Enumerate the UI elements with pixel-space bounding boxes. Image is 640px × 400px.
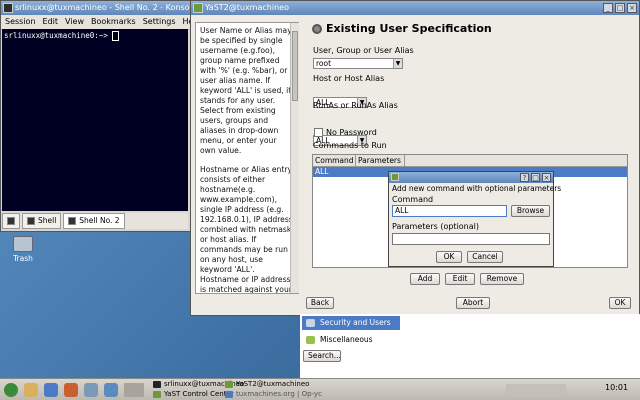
new-session-icon — [7, 217, 15, 225]
edit-button[interactable]: Edit — [445, 273, 475, 285]
konsole-titlebar[interactable]: srlinuxx@tuxmachineo - Shell No. 2 - Kon… — [1, 1, 191, 15]
tab-shell-2[interactable]: Shell No. 2 — [63, 213, 125, 229]
trash-desktop-icon[interactable]: Trash — [8, 236, 38, 263]
dialog-heading: Add new command with optional parameters — [392, 184, 562, 193]
browser-icon[interactable] — [44, 383, 58, 397]
system-tray[interactable] — [506, 384, 566, 396]
shell-icon — [68, 217, 77, 225]
yast-icon — [153, 391, 161, 398]
task-label: YaST2@tuxmachineo — [236, 380, 310, 388]
menu-session[interactable]: Session — [5, 15, 36, 29]
menu-edit[interactable]: Edit — [43, 15, 59, 29]
home-folder-icon[interactable] — [24, 383, 38, 397]
maximize-icon[interactable]: □ — [531, 173, 540, 182]
tab-shell-2-label: Shell No. 2 — [79, 216, 120, 225]
tab-shell-label: Shell — [38, 216, 57, 225]
group-miscellaneous[interactable]: Miscellaneous — [302, 333, 400, 347]
pager-icon[interactable] — [124, 383, 144, 397]
remove-button[interactable]: Remove — [480, 273, 524, 285]
terminal-icon — [3, 3, 13, 13]
close-icon[interactable]: × — [627, 3, 637, 13]
desktop-icon[interactable] — [104, 383, 118, 397]
user-label: User, Group or User Alias — [313, 46, 414, 55]
chevron-down-icon: ▼ — [393, 59, 402, 68]
browser-icon — [225, 391, 233, 398]
dialog-cancel-button[interactable]: Cancel — [467, 251, 503, 263]
users-icon — [306, 319, 315, 327]
help-icon[interactable]: ? — [520, 173, 529, 182]
table-cell: ALL — [315, 167, 329, 176]
ok-button[interactable]: OK — [609, 297, 631, 309]
yast-app-icon — [193, 3, 203, 13]
trash-icon — [13, 236, 33, 252]
start-menu-icon[interactable] — [4, 383, 18, 397]
mail-icon[interactable] — [64, 383, 78, 397]
command-input[interactable]: ALL — [392, 205, 507, 217]
help-paragraph: User Name or Alias may be specified by s… — [200, 26, 292, 155]
nopassword-label: No Password — [326, 128, 377, 137]
group-label: Security and Users — [320, 318, 391, 327]
yast-app-icon — [391, 173, 399, 181]
clock[interactable]: 10:01 — [605, 383, 628, 392]
abort-button[interactable]: Abort — [456, 297, 490, 309]
yast-titlebar[interactable]: YaST2@tuxmachineo _ □ × — [191, 1, 639, 15]
terminal-icon — [153, 381, 161, 388]
terminal-area[interactable]: srlinuxx@tuxmachine0:~> — [2, 29, 188, 211]
group-label: Miscellaneous — [320, 335, 373, 344]
control-center-groups: Security and Users Miscellaneous — [302, 316, 400, 347]
add-button[interactable]: Add — [410, 273, 440, 285]
dialog-titlebar[interactable]: ? □ × — [389, 172, 553, 183]
shell-icon — [27, 217, 35, 225]
host-label: Host or Host Alias — [313, 74, 385, 83]
konsole-title: srlinuxx@tuxmachineo - Shell No. 2 - Kon… — [15, 3, 191, 12]
params-input[interactable] — [392, 233, 550, 245]
konsole-tabbar: Shell Shell No. 2 — [2, 213, 188, 229]
browse-button[interactable]: Browse — [511, 205, 550, 217]
terminal-prompt: srlinuxx@tuxmachine0:~> — [4, 31, 113, 40]
maximize-icon[interactable]: □ — [615, 3, 625, 13]
column-header-parameters[interactable]: Parameters — [356, 155, 405, 166]
task-label: tuxmachines.org | Op-yc — [236, 390, 322, 398]
settings-icon[interactable] — [84, 383, 98, 397]
page-title-text: Existing User Specification — [326, 22, 492, 35]
konsole-new-tab[interactable] — [2, 213, 20, 229]
menu-view[interactable]: View — [65, 15, 84, 29]
help-panel: User Name or Alias may be specified by s… — [195, 22, 299, 294]
nopassword-checkbox[interactable]: No Password — [314, 128, 377, 137]
yast-icon — [225, 381, 233, 388]
menu-settings[interactable]: Settings — [143, 15, 176, 29]
table-header: Command Parameters — [313, 155, 627, 167]
user-combo-value: root — [316, 59, 332, 68]
menu-bookmarks[interactable]: Bookmarks — [91, 15, 136, 29]
search-button[interactable]: Search... — [303, 350, 341, 362]
misc-icon — [306, 336, 315, 344]
user-combo[interactable]: root ▼ — [313, 58, 403, 69]
runas-label: RunAs or RunAs Alias — [313, 101, 398, 110]
yast-title: YaST2@tuxmachineo — [205, 3, 289, 12]
help-paragraph: Hostname or Alias entry consists of eith… — [200, 165, 294, 294]
back-button[interactable]: Back — [306, 297, 334, 309]
commands-label: Commands to Run — [313, 141, 387, 150]
terminal-cursor — [112, 31, 120, 41]
params-label: Parameters (optional) — [392, 222, 479, 231]
close-icon[interactable]: × — [542, 173, 551, 182]
task-browser[interactable]: tuxmachines.org | Op-yc — [224, 390, 322, 399]
group-security-users[interactable]: Security and Users — [302, 316, 400, 330]
checkbox-box[interactable] — [314, 128, 323, 137]
gear-icon — [312, 23, 322, 34]
task-control-center[interactable]: YaST Control Center — [152, 390, 234, 399]
minimize-icon[interactable]: _ — [603, 3, 613, 13]
dialog-ok-button[interactable]: OK — [436, 251, 462, 263]
help-scrollbar[interactable] — [290, 23, 299, 293]
command-label: Command — [392, 195, 434, 204]
column-header-command[interactable]: Command — [313, 155, 356, 166]
page-title: Existing User Specification — [312, 22, 492, 35]
trash-label: Trash — [13, 254, 33, 263]
task-yast[interactable]: YaST2@tuxmachineo — [224, 380, 309, 389]
help-scroll-thumb[interactable] — [292, 31, 298, 101]
konsole-menubar: Session Edit View Bookmarks Settings Hel… — [1, 15, 201, 30]
tab-shell[interactable]: Shell — [22, 213, 62, 229]
